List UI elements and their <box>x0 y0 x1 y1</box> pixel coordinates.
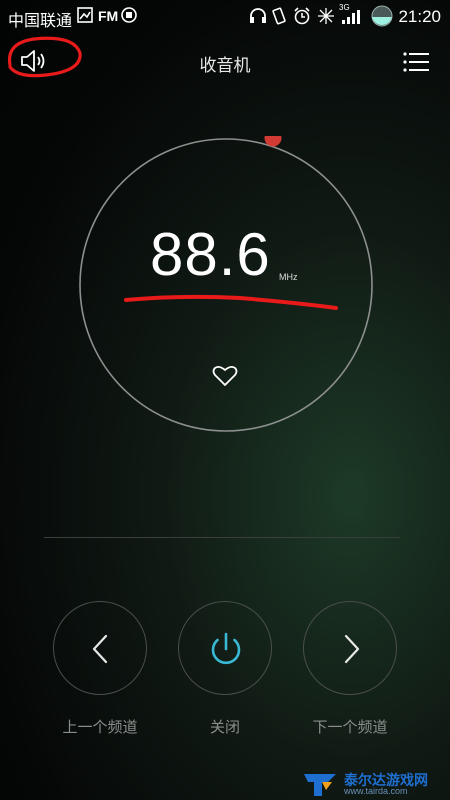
alarm-icon <box>294 7 310 25</box>
watermark-logo <box>304 774 336 796</box>
menu-list-icon[interactable] <box>402 50 430 74</box>
watermark-url: www.tairda.com <box>344 786 408 796</box>
next-channel-label: 下一个频道 <box>312 718 388 736</box>
heart-icon[interactable] <box>212 365 238 387</box>
headphones-icon <box>250 8 266 23</box>
signal-icon <box>342 10 360 24</box>
data-sync-icon <box>318 8 334 24</box>
fm-indicator: FM <box>98 8 119 24</box>
power-icon <box>211 632 241 665</box>
image-icon <box>77 7 93 23</box>
radio-status-icon <box>121 7 137 23</box>
battery-icon <box>371 5 393 27</box>
prev-channel-label: 上一个频道 <box>62 718 138 736</box>
vibrate-icon <box>272 7 286 25</box>
status-bar: 中国联通 FM 3G 21:20 <box>0 0 450 34</box>
chevron-right-icon <box>344 634 360 664</box>
chevron-left-icon <box>92 634 108 664</box>
page-title: 收音机 <box>199 56 251 76</box>
annotation-underline <box>124 294 338 310</box>
frequency-display: 88.6 <box>150 221 271 288</box>
clock: 21:20 <box>398 7 441 26</box>
next-channel-button[interactable] <box>303 601 397 695</box>
carrier-name: 中国联通 <box>8 11 73 30</box>
power-button[interactable] <box>178 601 272 695</box>
divider <box>44 537 400 538</box>
prev-channel-button[interactable] <box>53 601 147 695</box>
frequency-unit: MHz <box>279 272 298 282</box>
power-label: 关闭 <box>209 718 240 736</box>
